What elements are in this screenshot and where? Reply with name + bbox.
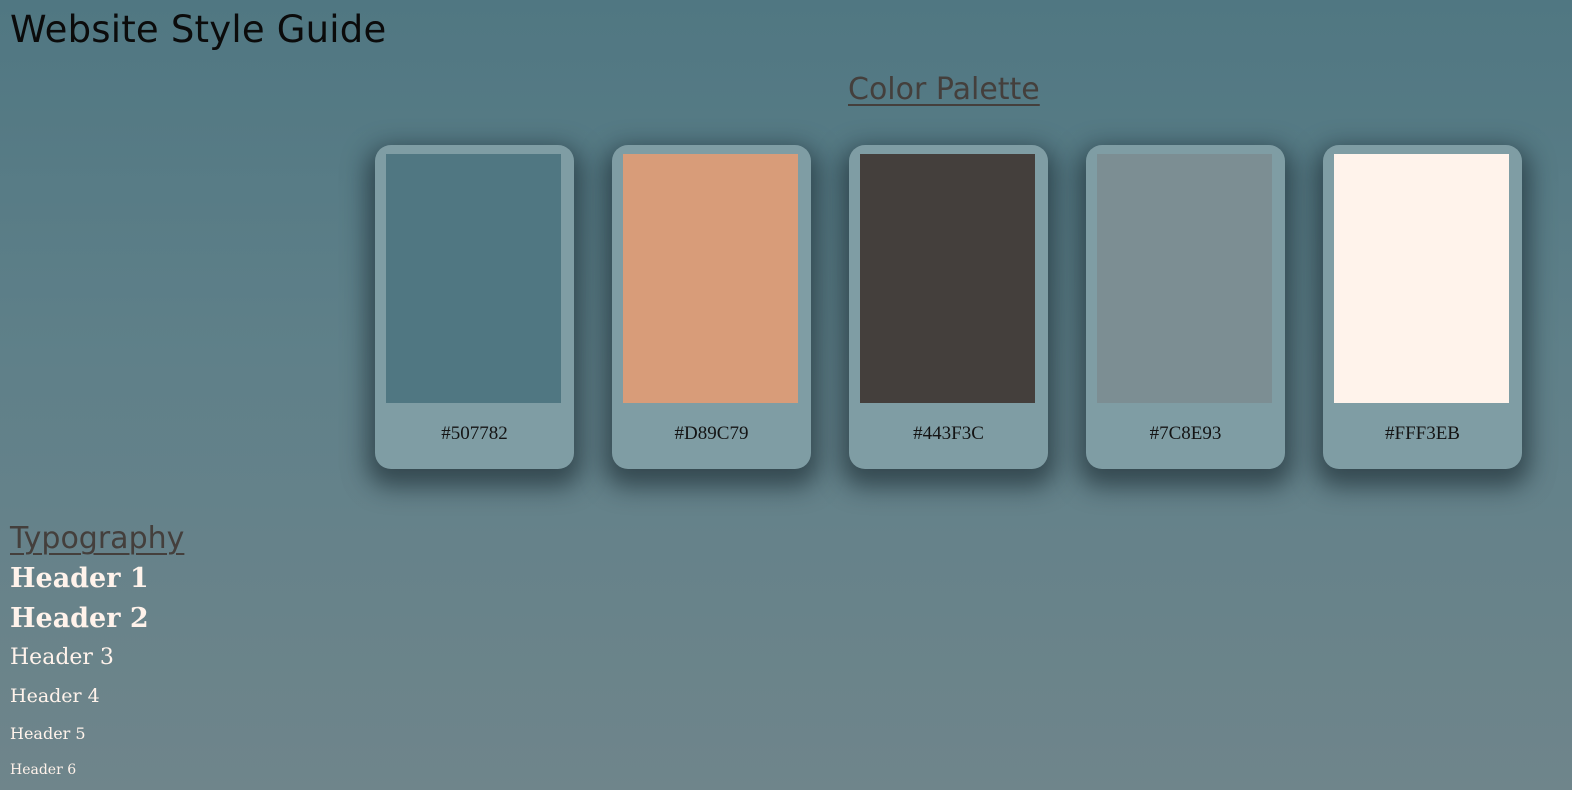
color-swatch-label: #443F3C <box>913 423 984 444</box>
header-6-sample: Header 6 <box>10 762 77 778</box>
header-4-sample: Header 4 <box>10 685 100 707</box>
color-swatch-list: #507782 #D89C79 #443F3C #7C8E93 #FFF3EB <box>375 145 1522 469</box>
color-swatch-label: #7C8E93 <box>1149 423 1222 444</box>
color-swatch-label: #507782 <box>441 423 508 444</box>
header-1-sample: Header 1 <box>10 563 149 594</box>
page-title: Website Style Guide <box>10 8 387 51</box>
color-swatch-card: #D89C79 <box>612 145 811 469</box>
color-palette-heading: Color Palette <box>848 72 1040 107</box>
color-swatch-label: #FFF3EB <box>1385 423 1460 444</box>
header-2-sample: Header 2 <box>10 603 149 634</box>
header-3-sample: Header 3 <box>10 645 114 670</box>
color-swatch-sample <box>623 154 798 403</box>
color-swatch-sample <box>860 154 1035 403</box>
color-swatch-card: #FFF3EB <box>1323 145 1522 469</box>
typography-heading: Typography <box>10 521 185 556</box>
color-swatch-sample <box>1334 154 1509 403</box>
color-swatch-sample <box>386 154 561 403</box>
header-5-sample: Header 5 <box>10 724 86 743</box>
color-swatch-sample <box>1097 154 1272 403</box>
color-swatch-label: #D89C79 <box>674 423 749 444</box>
color-swatch-card: #7C8E93 <box>1086 145 1285 469</box>
color-swatch-card: #507782 <box>375 145 574 469</box>
color-swatch-card: #443F3C <box>849 145 1048 469</box>
